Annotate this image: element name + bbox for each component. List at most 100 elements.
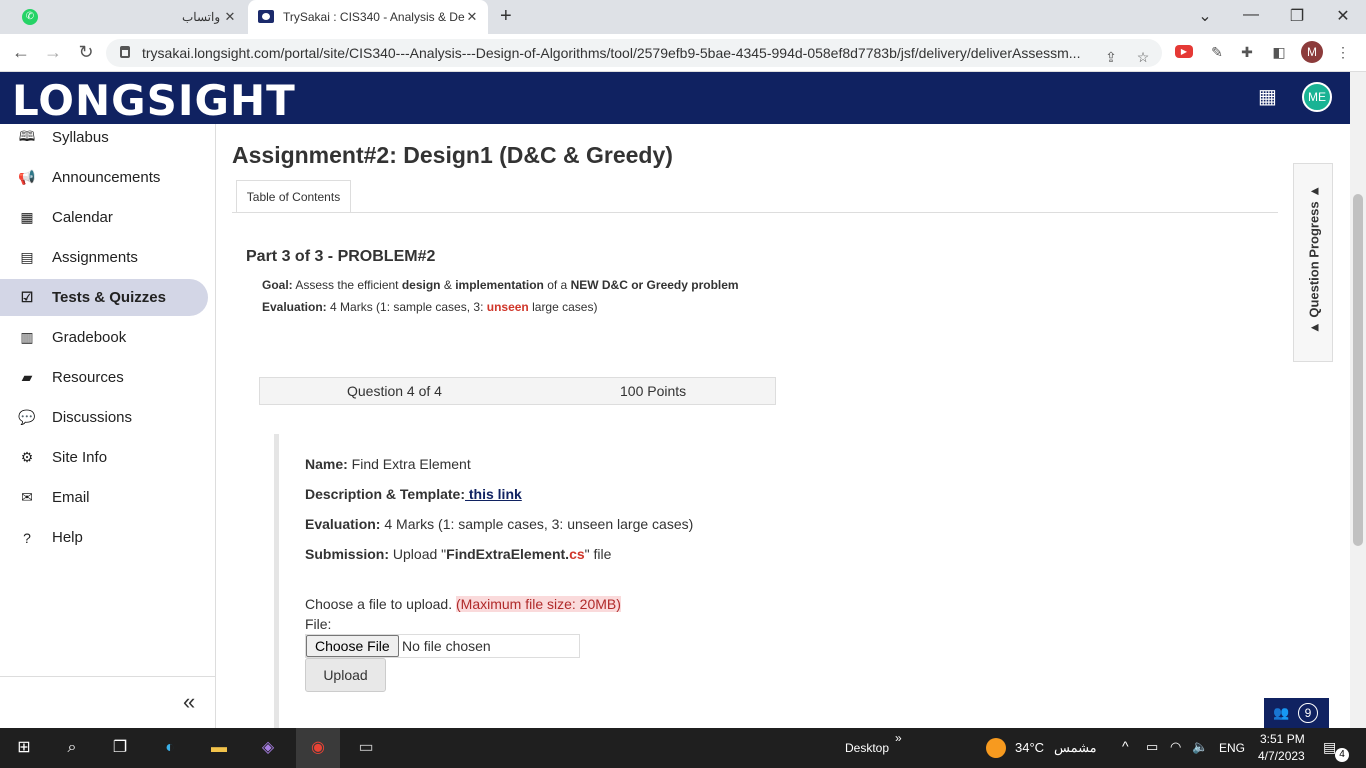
file-explorer-icon[interactable]: ▬ xyxy=(207,736,231,760)
sidebar-item-calendar[interactable]: ▦ Calendar xyxy=(0,199,208,236)
question-name: Name: Find Extra Element xyxy=(305,456,471,472)
sidebar-item-help[interactable]: ? Help xyxy=(0,519,208,556)
extensions-puzzle-icon[interactable]: ✚ xyxy=(1238,43,1256,61)
page-title: Assignment#2: Design1 (D&C & Greedy) xyxy=(232,142,673,168)
back-arrow-icon[interactable]: ← xyxy=(10,42,32,63)
tab-search-icon[interactable]: ⌄ xyxy=(1195,6,1215,26)
description-link[interactable]: this link xyxy=(465,486,522,502)
window-close-icon[interactable]: ✕ xyxy=(1333,6,1353,26)
language-indicator[interactable]: ENG xyxy=(1219,741,1245,755)
sidebar-item-label: Calendar xyxy=(52,209,113,226)
part-evaluation: Evaluation: 4 Marks (1: sample cases, 3:… xyxy=(262,300,597,314)
url-text[interactable]: trysakai.longsight.com/portal/site/CIS34… xyxy=(142,45,1080,61)
eyedropper-extension-icon[interactable]: ✎ xyxy=(1208,43,1226,61)
browser-profile-avatar[interactable]: M xyxy=(1301,41,1323,63)
goal-text: & xyxy=(440,278,456,292)
no-file-chosen-text: No file chosen xyxy=(402,638,491,654)
user-avatar[interactable]: ME xyxy=(1302,82,1332,112)
search-icon[interactable]: ⌕ xyxy=(60,736,84,760)
weather-condition[interactable]: مشمس xyxy=(1054,740,1097,756)
sidebar-item-announcements[interactable]: 📢 Announcements xyxy=(0,159,208,196)
battery-icon[interactable]: ▭ xyxy=(1146,739,1158,755)
tray-chevron-up-icon[interactable]: ^ xyxy=(1122,738,1129,754)
share-icon[interactable]: ⇪ xyxy=(1102,48,1120,66)
evaluation-label: Evaluation: xyxy=(262,300,327,314)
address-bar[interactable]: trysakai.longsight.com/portal/site/CIS34… xyxy=(106,39,1162,67)
sidebar-item-tests-quizzes[interactable]: ☑ Tests & Quizzes xyxy=(0,279,208,316)
volume-icon[interactable]: 🔈 xyxy=(1192,739,1208,755)
sidebar-item-gradebook[interactable]: ▥ Gradebook xyxy=(0,319,208,356)
windows-start-icon[interactable]: ⊞ xyxy=(12,736,36,760)
edge-icon[interactable]: ◐ xyxy=(158,736,182,760)
tab-whatsapp[interactable]: ✆ واتساب ✕ xyxy=(8,0,246,34)
double-chevron-left-icon: « xyxy=(183,689,196,714)
desktop-toolbar-label[interactable]: Desktop xyxy=(845,741,889,755)
evaluation-label: Evaluation: xyxy=(305,516,381,532)
clock-date[interactable]: 4/7/2023 xyxy=(1258,749,1305,763)
visual-studio-icon[interactable]: ◈ xyxy=(256,736,280,760)
task-view-icon[interactable]: ❐ xyxy=(108,736,132,760)
sidebar-item-label: Email xyxy=(52,489,90,506)
whatsapp-icon: ✆ xyxy=(22,9,38,25)
bookmark-star-icon[interactable]: ☆ xyxy=(1134,48,1152,66)
file-label: File: xyxy=(305,616,332,632)
side-panel-icon[interactable]: ◧ xyxy=(1270,43,1288,61)
site-header: LONGSIGHT ▦ ME xyxy=(0,72,1350,125)
sidebar-item-syllabus[interactable]: 🕮 Syllabus xyxy=(0,119,208,156)
minimize-icon[interactable]: — xyxy=(1241,6,1261,24)
new-tab-button[interactable]: + xyxy=(500,5,512,28)
evaluation-text: large cases) xyxy=(528,300,598,314)
question-progress-toggle[interactable]: ▲ Question Progress ▲ xyxy=(1293,163,1333,362)
terminal-icon[interactable]: ▭ xyxy=(354,736,378,760)
sidebar-item-assignments[interactable]: ▤ Assignments xyxy=(0,239,208,276)
question-description: Description & Template: this link xyxy=(305,486,522,502)
collapse-sidebar-button[interactable]: « xyxy=(0,676,215,728)
chrome-icon[interactable]: ◉ xyxy=(296,728,340,768)
browser-menu-icon[interactable]: ⋮ xyxy=(1334,43,1352,61)
toolbar-chevron[interactable]: » xyxy=(895,731,902,745)
wifi-icon[interactable]: ◠ xyxy=(1170,739,1181,755)
lock-icon xyxy=(120,46,130,58)
apps-grid-icon[interactable]: ▦ xyxy=(1258,87,1280,107)
tab-trysakai[interactable]: TrySakai : CIS340 - Analysis & De ✕ xyxy=(248,0,488,34)
envelope-icon: ✉ xyxy=(21,489,33,505)
weather-temperature[interactable]: 34°C xyxy=(1015,740,1044,755)
presence-widget[interactable]: 👥 9 xyxy=(1264,698,1329,728)
tab-table-of-contents[interactable]: Table of Contents xyxy=(236,180,351,213)
upload-prompt: Choose a file to upload. (Maximum file s… xyxy=(305,596,621,612)
calendar-icon: ▦ xyxy=(20,209,34,225)
sidebar-item-resources[interactable]: ▰ Resources xyxy=(0,359,208,396)
file-input[interactable]: Choose File No file chosen xyxy=(305,634,580,658)
question-submission: Submission: Upload "FindExtraElement.cs"… xyxy=(305,546,611,562)
scrollbar-thumb[interactable] xyxy=(1353,194,1363,546)
goal-text: Assess the efficient xyxy=(292,278,402,292)
restore-icon[interactable]: ❐ xyxy=(1287,6,1307,26)
choose-file-button[interactable]: Choose File xyxy=(306,635,399,657)
sidebar-item-label: Tests & Quizzes xyxy=(52,289,166,306)
comments-icon: 💬 xyxy=(18,409,36,425)
youtube-extension-icon[interactable]: ▶ xyxy=(1175,45,1193,58)
forward-arrow-icon[interactable]: → xyxy=(42,42,64,63)
upload-button[interactable]: Upload xyxy=(305,658,386,692)
users-icon: 👥 xyxy=(1273,705,1290,720)
sidebar-item-email[interactable]: ✉ Email xyxy=(0,479,208,516)
page-scrollbar[interactable] xyxy=(1350,72,1366,728)
submission-filename: FindExtraElement. xyxy=(446,546,570,562)
goal-text: of a xyxy=(543,278,571,292)
sidebar-item-label: Help xyxy=(52,529,83,546)
clock-time[interactable]: 3:51 PM xyxy=(1260,732,1305,746)
close-tab-icon[interactable]: ✕ xyxy=(222,9,238,25)
reload-icon[interactable]: ↻ xyxy=(75,42,97,63)
browser-tab-strip: ✆ واتساب ✕ TrySakai : CIS340 - Analysis … xyxy=(0,0,1366,34)
gear-icon: ⚙ xyxy=(20,449,34,465)
longsight-logo[interactable]: LONGSIGHT xyxy=(12,76,296,125)
sidebar-item-discussions[interactable]: 💬 Discussions xyxy=(0,399,208,436)
name-label: Name: xyxy=(305,456,348,472)
goal-bold: implementation xyxy=(455,278,544,292)
sidebar-item-site-info[interactable]: ⚙ Site Info xyxy=(0,439,208,476)
sidebar-item-label: Site Info xyxy=(52,449,108,466)
folder-icon: ▰ xyxy=(21,369,33,385)
question-progress-label: ▲ Question Progress ▲ xyxy=(1306,184,1322,335)
close-tab-icon[interactable]: ✕ xyxy=(464,9,480,25)
sunny-weather-icon xyxy=(986,738,1006,758)
